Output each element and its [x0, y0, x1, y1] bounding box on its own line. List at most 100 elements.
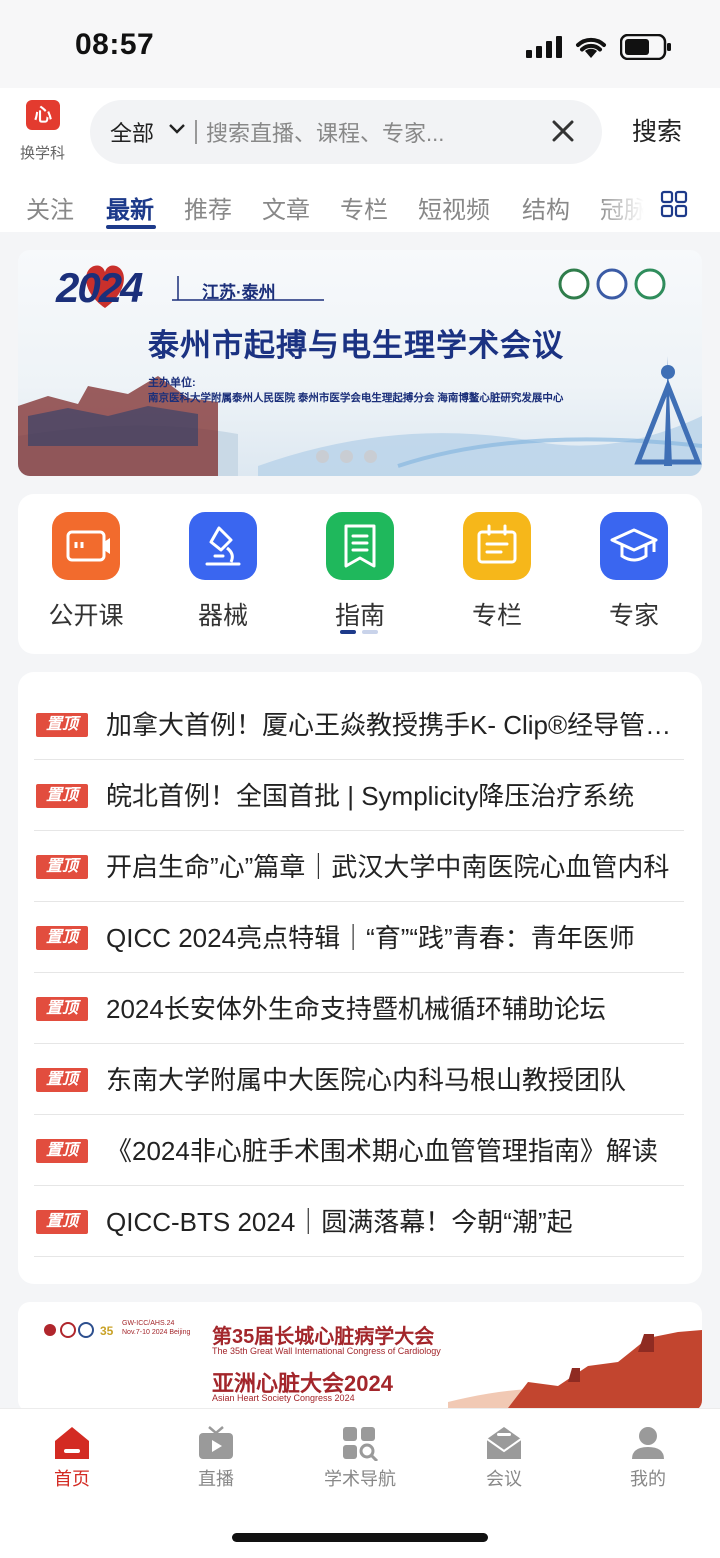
pinned-badge: 置顶 — [36, 784, 88, 808]
nav-label: 首页 — [54, 1469, 90, 1489]
search-button[interactable]: 搜索 — [632, 112, 682, 148]
search-box[interactable]: 全部 搜索直播、课程、专家... — [90, 100, 602, 164]
conference-ad-banner[interactable]: 35 GW-ICC/AHS.24 Nov.7-10 2024 Beijing 第… — [18, 1302, 702, 1412]
microscope-icon — [205, 526, 241, 566]
nav-label: 会议 — [486, 1469, 522, 1489]
news-title[interactable]: 《2024非心脏手术围术期心血管管理指南》解读 — [106, 1131, 682, 1168]
list-item[interactable]: 置顶 皖北首例！全国首批 | Symplicity降压治疗系统 — [34, 760, 684, 831]
nav-live[interactable]: 直播 — [166, 1419, 266, 1491]
tab-short-video[interactable]: 短视频 — [418, 190, 490, 225]
news-title[interactable]: QICC-BTS 2024｜圆满落幕！今朝“潮”起 — [106, 1202, 682, 1239]
nav-label: 学术导航 — [324, 1469, 396, 1489]
banner-organizer-label: 主办单位: — [148, 377, 196, 389]
quick-page-indicator-active — [340, 630, 356, 634]
quick-page-indicator — [362, 630, 378, 634]
quick-link-label: 器械 — [197, 602, 248, 630]
close-icon[interactable] — [550, 118, 576, 144]
pinned-badge: 置顶 — [36, 1210, 88, 1234]
battery-icon — [620, 34, 671, 60]
ad-subtitle-secondary: Asian Heart Society Congress 2024 — [212, 1393, 355, 1403]
list-item[interactable]: 置顶 加拿大首例！厦心王焱教授携手K- Clip®经导管三尖瓣修复 — [34, 689, 684, 760]
columns-button[interactable] — [463, 512, 531, 580]
pinned-badge: 置顶 — [36, 926, 88, 950]
grid-menu-icon[interactable] — [660, 190, 688, 218]
open-course-button[interactable] — [52, 512, 120, 580]
banner-scenery — [18, 356, 702, 476]
active-tab-indicator — [106, 225, 156, 229]
home-indicator — [232, 1533, 488, 1542]
discipline-logo[interactable]: 心 — [26, 100, 60, 130]
list-item[interactable]: 置顶 东南大学附属中大医院心内科马根山教授团队 — [34, 1044, 684, 1115]
nav-label: 直播 — [198, 1469, 234, 1489]
carousel-dot-1[interactable] — [316, 450, 329, 463]
news-title[interactable]: QICC 2024亮点特辑｜“育”“践”青春：青年医师 — [106, 918, 682, 955]
graduation-cap-icon — [610, 528, 658, 562]
banner-year: 2024 — [56, 264, 143, 311]
news-title[interactable]: 开启生命”心”篇章｜武汉大学中南医院心血管内科 — [106, 847, 682, 884]
great-wall-illustration — [448, 1330, 702, 1412]
list-item[interactable]: 置顶 QICC 2024亮点特辑｜“育”“践”青春：青年医师 — [34, 902, 684, 973]
book-icon — [344, 524, 376, 568]
pinned-badge: 置顶 — [36, 1139, 88, 1163]
tab-latest[interactable]: 最新 — [106, 190, 154, 225]
quick-links-panel: 公开课 器械 指南 专栏 专家 — [18, 494, 702, 654]
ad-title: 第35届长城心脏病学大会 — [212, 1326, 435, 1348]
tv-icon — [199, 1426, 233, 1459]
news-title[interactable]: 东南大学附属中大医院心内科马根山教授团队 — [106, 1060, 682, 1097]
svg-text:35: 35 — [100, 1324, 114, 1338]
pinned-badge: 置顶 — [36, 1068, 88, 1092]
devices-button[interactable] — [189, 512, 257, 580]
conference-logos: 35 — [44, 1322, 114, 1338]
pinned-news-list: 置顶 加拿大首例！厦心王焱教授携手K- Clip®经导管三尖瓣修复 置顶 皖北首… — [18, 672, 702, 1284]
nav-profile[interactable]: 我的 — [598, 1419, 698, 1491]
video-camera-icon — [66, 530, 110, 562]
user-icon — [632, 1427, 664, 1459]
status-time: 08:57 — [75, 28, 155, 61]
home-icon — [55, 1427, 89, 1459]
pinned-badge: 置顶 — [36, 713, 88, 737]
banner-pagoda-line — [172, 276, 324, 301]
banner-organizers: 南京医科大学附属泰州人民医院 泰州市医学会电生理起搏分会 海南博鳌心脏研究发展中… — [148, 392, 564, 404]
quick-link-label: 专栏 — [471, 602, 522, 630]
list-item[interactable]: 置顶 开启生命”心”篇章｜武汉大学中南医院心血管内科 — [34, 831, 684, 902]
nav-meetings[interactable]: 会议 — [454, 1419, 554, 1491]
nav-home[interactable]: 首页 — [22, 1419, 122, 1491]
carousel-dot-3[interactable] — [364, 450, 377, 463]
sponsor-logos — [558, 268, 666, 300]
meeting-icon — [486, 1427, 522, 1459]
news-title[interactable]: 2024长安体外生命支持暨机械循环辅助论坛 — [106, 989, 682, 1026]
tab-columns[interactable]: 专栏 — [340, 190, 388, 225]
pinned-badge: 置顶 — [36, 997, 88, 1021]
quick-link-label: 指南 — [334, 602, 385, 630]
guidelines-button[interactable] — [326, 512, 394, 580]
tab-articles[interactable]: 文章 — [262, 190, 310, 225]
bottom-navigation: 首页 直播 学术导航 会议 我的 — [0, 1408, 720, 1558]
experts-button[interactable] — [600, 512, 668, 580]
navigation-icon — [343, 1427, 379, 1461]
news-title[interactable]: 皖北首例！全国首批 | Symplicity降压治疗系统 — [106, 776, 682, 813]
nav-academic-navigation[interactable]: 学术导航 — [310, 1419, 410, 1491]
list-item[interactable]: 置顶 《2024非心脏手术围术期心血管管理指南》解读 — [34, 1115, 684, 1186]
pinned-badge: 置顶 — [36, 855, 88, 879]
carousel-dot-2[interactable] — [340, 450, 353, 463]
tab-recommend[interactable]: 推荐 — [184, 190, 232, 225]
banner-carousel[interactable]: 2024 江苏·泰州 泰州市起搏与电生理学术会议 主办单位: 南京医科大学附属泰… — [18, 250, 702, 476]
banner-title: 泰州市起搏与电生理学术会议 — [148, 328, 564, 363]
tab-follow[interactable]: 关注 — [26, 190, 74, 225]
search-input[interactable]: 搜索直播、课程、专家... — [206, 116, 444, 148]
tab-fade — [596, 182, 656, 228]
list-item[interactable]: 置顶 QICC-BTS 2024｜圆满落幕！今朝“潮”起 — [34, 1186, 684, 1257]
channel-tabs: 关注 最新 推荐 文章 专栏 短视频 结构 冠脉 — [0, 182, 720, 232]
search-divider — [195, 120, 197, 144]
column-icon — [477, 524, 517, 564]
quick-link-label: 专家 — [608, 602, 659, 630]
chevron-down-icon[interactable] — [168, 122, 186, 136]
nav-label: 我的 — [630, 1469, 666, 1489]
switch-discipline-label[interactable]: 换学科 — [20, 142, 65, 163]
ad-tag: GW-ICC/AHS.24 — [122, 1320, 175, 1327]
tab-structure[interactable]: 结构 — [522, 190, 570, 225]
list-item[interactable]: 置顶 2024长安体外生命支持暨机械循环辅助论坛 — [34, 973, 684, 1044]
search-scope-select[interactable]: 全部 — [110, 116, 154, 148]
wifi-icon — [576, 37, 606, 58]
news-title[interactable]: 加拿大首例！厦心王焱教授携手K- Clip®经导管三尖瓣修复 — [106, 705, 682, 742]
